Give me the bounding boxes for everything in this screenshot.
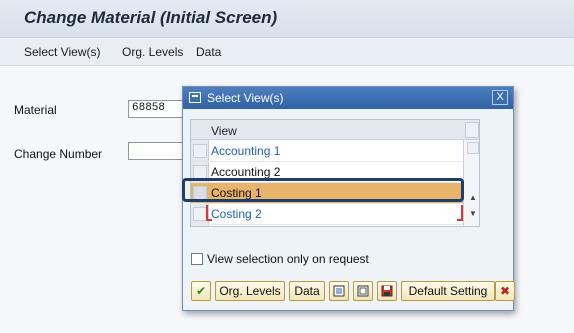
select-all-button[interactable]	[329, 281, 349, 301]
deselect-all-icon	[357, 285, 369, 297]
select-views-dialog: Select View(s) X View Accounting 1 Accou…	[182, 86, 515, 311]
row-selector[interactable]	[193, 186, 207, 200]
view-label[interactable]: Accounting 2	[211, 165, 280, 179]
save-button[interactable]	[377, 281, 397, 301]
row-selector[interactable]	[193, 207, 207, 221]
row-selector[interactable]	[193, 165, 207, 179]
view-selection-label: View selection only on request	[207, 252, 369, 266]
default-setting-button[interactable]: Default Setting	[401, 281, 495, 301]
view-selection-checkbox[interactable]	[191, 253, 203, 265]
title-bar: Change Material (Initial Screen)	[0, 0, 574, 38]
window-icon	[189, 92, 201, 103]
table-row[interactable]: Accounting 2	[191, 162, 463, 183]
menu-org-levels[interactable]: Org. Levels	[122, 45, 183, 59]
material-label: Material	[14, 103, 57, 117]
scroll-down-icon[interactable]: ▼	[467, 208, 479, 220]
menu-data[interactable]: Data	[196, 45, 221, 59]
save-icon	[381, 285, 393, 297]
dialog-title: Select View(s)	[207, 91, 284, 105]
view-label[interactable]: Costing 1	[211, 186, 262, 200]
cancel-button[interactable]: ✖	[495, 281, 515, 301]
view-label[interactable]: Accounting 1	[211, 144, 280, 158]
view-label[interactable]: Costing 2	[211, 207, 262, 221]
page-title: Change Material (Initial Screen)	[24, 8, 278, 27]
dialog-header: Select View(s) X	[183, 87, 513, 109]
row-selector[interactable]	[193, 144, 207, 158]
change-number-label: Change Number	[14, 147, 103, 161]
table-row[interactable]: Costing 2	[191, 204, 463, 225]
column-header-view: View	[211, 124, 237, 138]
corner-marker	[457, 219, 463, 221]
change-number-field[interactable]	[128, 142, 184, 160]
confirm-button[interactable]: ✔	[191, 281, 211, 301]
checkmark-icon: ✔	[195, 284, 207, 298]
column-settings-button[interactable]	[465, 122, 479, 138]
deselect-all-button[interactable]	[353, 281, 373, 301]
table-row-selected[interactable]: Costing 1	[191, 183, 463, 204]
material-field[interactable]: 68858	[128, 100, 184, 118]
views-table: View Accounting 1 Accounting 2 Costing 1…	[190, 119, 480, 227]
table-header: View	[191, 120, 479, 140]
data-button[interactable]: Data	[289, 281, 325, 301]
menu-select-views[interactable]: Select View(s)	[24, 45, 100, 59]
table-row[interactable]: Accounting 1	[191, 141, 463, 162]
corner-marker	[206, 219, 212, 221]
close-button[interactable]: X	[492, 90, 508, 105]
org-levels-button[interactable]: Org. Levels	[215, 281, 285, 301]
scroll-box[interactable]	[467, 142, 479, 154]
scroll-up-icon[interactable]: ▲	[467, 192, 479, 204]
cancel-icon: ✖	[499, 284, 511, 298]
vertical-scrollbar[interactable]: ▲ ▼	[463, 140, 479, 226]
select-all-icon	[333, 285, 345, 297]
menu-bar: Select View(s) Org. Levels Data	[0, 38, 574, 66]
